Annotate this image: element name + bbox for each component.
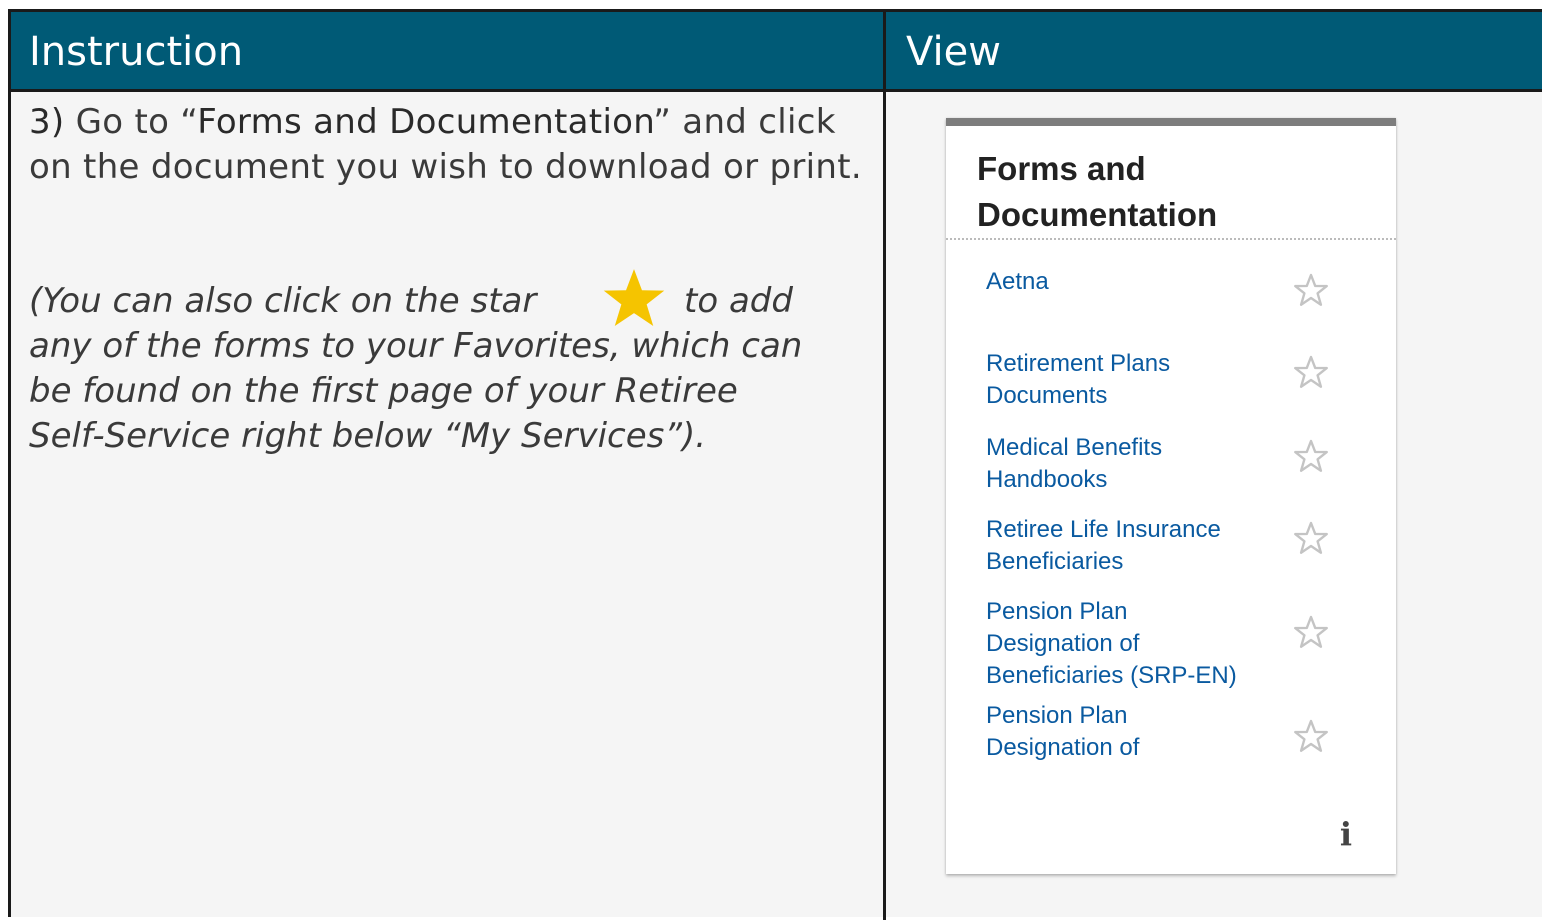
note-line-1-after-star: to add (684, 281, 793, 321)
document-item-medical-benefits: Medical Benefits Handbooks (986, 432, 1366, 496)
step-text-start: Go to “ (64, 102, 198, 142)
instruction-step-text: 3) Go to “Forms and Documentation” and c… (29, 100, 874, 190)
widget-title-line-2: Documentation (977, 196, 1218, 233)
instruction-table: Instruction View 3) Go to “Forms and Doc… (8, 9, 1542, 920)
favorite-star-icon[interactable] (1293, 354, 1329, 390)
favorite-star-icon[interactable] (1293, 438, 1329, 474)
document-link-medical-benefits[interactable]: Medical Benefits Handbooks (986, 432, 1256, 496)
view-column-header: View (886, 12, 1542, 92)
step-highlight: Forms and Documentation (197, 102, 654, 142)
document-link-pension-srp-en[interactable]: Pension Plan Designation of Beneficiaries … (986, 596, 1256, 692)
favorites-note: (You can also click on the star to add a… (29, 269, 879, 459)
widget-title: Forms and Documentation (977, 146, 1277, 238)
favorite-star-icon[interactable] (1293, 718, 1329, 754)
widget-top-bar (946, 118, 1396, 126)
instruction-column-header: Instruction (11, 12, 883, 92)
step-number: 3) (29, 102, 65, 142)
document-link-retirement-plans[interactable]: Retirement Plans Documents (986, 348, 1256, 412)
document-item-pension-designation: Pension Plan Designation of (986, 700, 1366, 764)
favorite-star-icon[interactable] (1293, 614, 1329, 650)
note-line-3: be found on the first page of your Retir… (29, 371, 738, 411)
document-item-retirement-plans: Retirement Plans Documents (986, 348, 1366, 412)
favorite-star-icon[interactable] (1293, 520, 1329, 556)
column-divider (883, 12, 886, 920)
document-link-pension-designation[interactable]: Pension Plan Designation of (986, 700, 1256, 764)
document-list: Aetna Retirement Plans Documents Medical … (946, 258, 1396, 770)
document-item-life-insurance: Retiree Life Insurance Beneficiaries (986, 514, 1366, 578)
document-item-pension-srp-en: Pension Plan Designation of Beneficiaries … (986, 596, 1366, 692)
document-item-aetna: Aetna (986, 266, 1366, 306)
note-line-1-before-star: (You can also click on the star (29, 281, 537, 321)
widget-title-line-1: Forms and (977, 150, 1146, 187)
note-line-2: any of the forms to your Favorites, whic… (29, 326, 803, 366)
note-line-1: (You can also click on the star to add (29, 269, 879, 327)
document-link-aetna[interactable]: Aetna (986, 266, 1256, 298)
favorite-star-icon[interactable] (1293, 272, 1329, 308)
document-link-life-insurance[interactable]: Retiree Life Insurance Beneficiaries (986, 514, 1256, 578)
note-line-4: Self-Service right below “My Services”). (29, 416, 707, 456)
forms-documentation-widget: Forms and Documentation Aetna Retirement… (946, 118, 1396, 874)
gold-star-icon (603, 269, 665, 327)
widget-title-divider (946, 238, 1396, 240)
info-icon[interactable]: i (1336, 816, 1356, 852)
